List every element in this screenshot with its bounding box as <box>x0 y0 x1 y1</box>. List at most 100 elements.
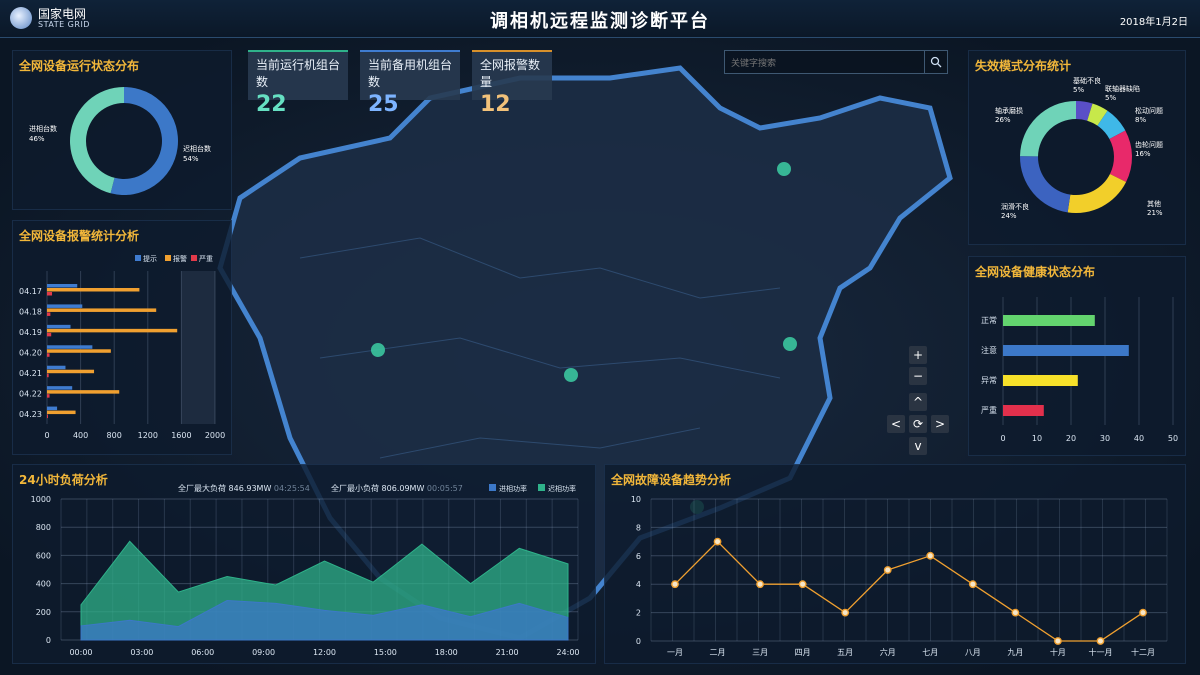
stat-standby-units: 当前备用机组台数 25 <box>360 50 460 117</box>
bar <box>47 410 76 415</box>
stat-value: 22 <box>256 92 287 117</box>
stat-value: 12 <box>480 92 511 117</box>
bar <box>47 292 53 296</box>
x-tick-label: 十二月 <box>1131 647 1155 657</box>
status-donut-chart: 进相台数 46% 迟相台数 54% <box>29 87 211 196</box>
x-tick-label: 21:00 <box>496 648 519 657</box>
y-tick-label: 10 <box>631 495 641 504</box>
y-tick-label: 04.17 <box>19 287 42 296</box>
slice-pct: 5% <box>1073 86 1084 94</box>
legend-label: 严重 <box>199 255 213 263</box>
x-tick-label: 六月 <box>880 647 896 657</box>
slice-pct: 16% <box>1135 150 1151 158</box>
slice-label: 润滑不良 <box>1001 202 1029 211</box>
bar <box>47 353 50 357</box>
map-marker <box>564 368 578 382</box>
x-tick-label: 20 <box>1066 434 1076 443</box>
x-tick-label: 0 <box>44 431 49 440</box>
map-marker <box>371 343 385 357</box>
y-tick-label: 2 <box>636 609 641 618</box>
x-tick-label: 30 <box>1100 434 1110 443</box>
slice-label: 联轴器缺陷 <box>1105 84 1140 93</box>
x-tick-label: 03:00 <box>130 648 153 657</box>
bar <box>47 312 51 316</box>
x-tick-label: 七月 <box>922 648 938 657</box>
reset-view-button[interactable]: ⟳ <box>909 415 927 433</box>
slice-pct: 26% <box>995 116 1011 124</box>
grid-band <box>181 271 215 424</box>
bar <box>47 349 111 353</box>
y-tick-label: 1000 <box>31 495 51 504</box>
slice-pct: 46% <box>29 135 45 143</box>
y-tick-label: 04.23 <box>19 410 42 419</box>
slice-label: 迟相台数 <box>183 144 211 153</box>
x-tick-label: 二月 <box>710 648 726 657</box>
x-tick-label: 一月 <box>667 648 683 657</box>
x-tick-label: 2000 <box>205 431 225 440</box>
search-icon <box>930 56 942 68</box>
trend-point <box>926 551 935 560</box>
y-tick-label: 400 <box>36 580 51 589</box>
x-tick-label: 四月 <box>795 648 811 657</box>
search-input[interactable] <box>725 53 925 75</box>
bar <box>47 386 73 390</box>
alarm-panel: 全网设备报警统计分析 0 400 800 1200 1600 2000 提示 报警 严重 04.1… <box>12 220 232 455</box>
map-marker <box>777 162 791 176</box>
trend-point <box>1054 637 1062 645</box>
pan-right-button[interactable]: > <box>931 415 949 433</box>
slice-label: 进相台数 <box>29 124 57 133</box>
bar <box>47 332 52 337</box>
y-tick-label: 正常 <box>981 316 997 325</box>
load-panel: 24小时负荷分析 全厂最大负荷 846.93MW 04:25:54 全厂最小负荷… <box>12 464 596 664</box>
failure-donut-chart: 基础不良5% 联轴器缺陷5%松动问题8%齿轮问题16%其他21%润滑不良24%轴承… <box>995 76 1163 220</box>
alarm-bar-chart: 0 400 800 1200 1600 2000 提示 报警 严重 04.17 04.18 04.19… <box>19 254 225 440</box>
pan-down-button[interactable]: v <box>909 437 927 455</box>
stat-label: 全网报警数量 <box>480 58 541 89</box>
zoom-out-button[interactable]: − <box>909 367 927 385</box>
status-panel: 全网设备运行状态分布 进相台数 46% 迟相台数 54% <box>12 50 232 210</box>
search-button[interactable] <box>924 51 947 73</box>
stat-label: 当前运行机组台数 <box>256 58 341 89</box>
y-tick-label: 严重 <box>981 405 997 415</box>
bar <box>1003 345 1129 356</box>
x-tick-label: 八月 <box>965 648 981 657</box>
legend-swatch <box>489 484 496 491</box>
bar <box>47 414 48 419</box>
zoom-in-button[interactable]: + <box>909 346 927 364</box>
trend-point <box>671 580 679 589</box>
bar <box>47 308 157 312</box>
donut-slice <box>1109 130 1132 183</box>
donut-slice <box>1067 173 1127 213</box>
donut-slice <box>70 87 124 194</box>
load-area-chart: 进相功率 迟相功率 0 200 400 600 800 1000 00:00 03:00 06:00… <box>31 484 580 657</box>
bar <box>47 328 178 333</box>
slice-label: 齿轮问题 <box>1135 140 1163 149</box>
trend-panel: 全网故障设备趋势分析 0 2 4 6 8 10 一月 二月 三月 四月 五月 六月 七月 八月 九月 十月 十一… <box>604 464 1186 664</box>
donut-slice <box>110 87 179 196</box>
y-tick-label: 04.22 <box>19 389 42 398</box>
pan-up-button[interactable]: ^ <box>909 393 927 411</box>
bar <box>47 345 93 349</box>
slice-label: 轴承磨损 <box>995 106 1023 115</box>
x-tick-label: 09:00 <box>252 648 275 657</box>
health-panel: 全网设备健康状态分布 0 10 20 30 40 50 正常 注意 异常 严重 <box>968 256 1186 456</box>
y-tick-label: 0 <box>46 636 51 645</box>
bar <box>47 284 78 288</box>
failure-panel: 失效模式分布统计 基础不良 5% 联轴器缺陷 5% 松动问题 8% 齿轮问题 16% 其他 21%… <box>968 50 1186 245</box>
header-bar: 国家电网 STATE GRID 调相机远程监测诊断平台 2018年1月2日 <box>0 0 1200 38</box>
bar <box>47 288 140 292</box>
trend-point <box>1096 637 1105 645</box>
bar <box>47 394 50 398</box>
bar <box>47 365 66 370</box>
bar <box>47 406 58 411</box>
x-tick-label: 三月 <box>752 648 768 657</box>
legend-label: 报警 <box>173 254 187 263</box>
pan-left-button[interactable]: < <box>887 415 905 433</box>
trend-point <box>968 580 977 589</box>
bar <box>47 373 49 378</box>
slice-pct: 24% <box>1001 212 1017 220</box>
trend-point <box>713 537 722 546</box>
bar <box>1003 375 1078 386</box>
y-tick-label: 04.21 <box>19 369 42 378</box>
legend-swatch <box>538 484 545 491</box>
